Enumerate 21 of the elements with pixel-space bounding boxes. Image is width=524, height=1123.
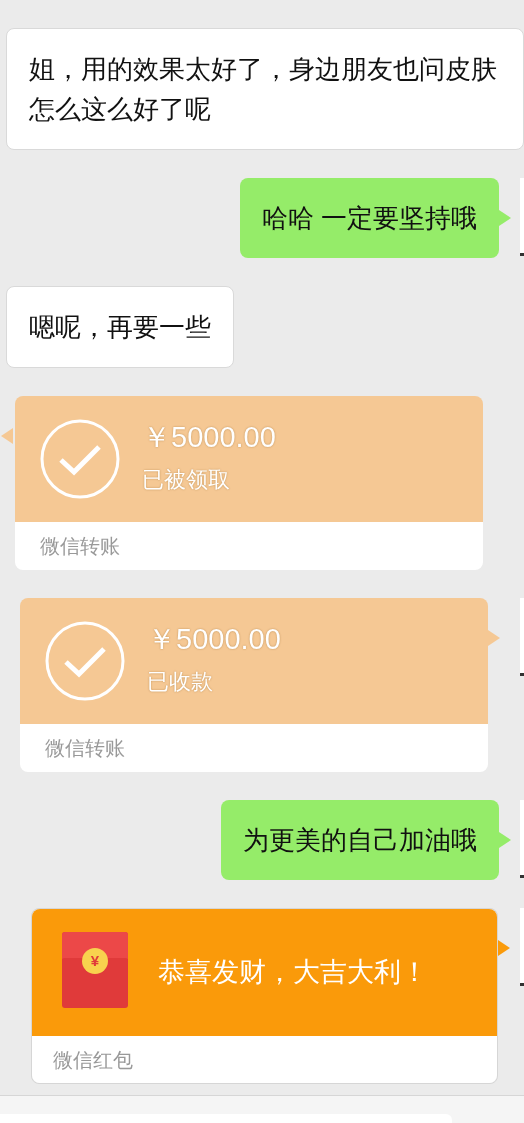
transfer-amount: ￥5000.00 <box>142 420 276 455</box>
bubble-tail <box>498 940 510 956</box>
transfer-amount: ￥5000.00 <box>147 622 281 657</box>
message-bubble: 哈哈 一定要坚持哦 <box>239 178 499 258</box>
coin-symbol: ¥ <box>82 947 108 974</box>
transfer-label: 微信转账 <box>40 534 120 559</box>
check-circle-icon <box>45 621 125 701</box>
message-bubble: 姐，用的效果太好了，身边朋友也问皮肤怎么这么好了呢 <box>6 28 524 150</box>
gift-money-label: 微信红包 <box>53 1047 133 1073</box>
gift-greeting: 恭喜发财，大吉大利！ <box>158 956 428 990</box>
gift-money-card[interactable]: ¥ 恭喜发财，大吉大利！ 微信红包 <box>31 908 498 1084</box>
bubble-tail <box>1 428 13 444</box>
bubble-tail <box>499 210 511 226</box>
message-bubble: 嗯呢，再要一些 <box>6 286 234 368</box>
message-bubble: 为更美的自己加油哦 <box>221 800 499 880</box>
bubble-tail <box>488 630 500 646</box>
transfer-status: 已收款 <box>147 668 214 696</box>
bubble-tail <box>499 832 511 848</box>
check-circle-icon <box>40 419 120 499</box>
transfer-status: 已被领取 <box>142 466 231 494</box>
transfer-label: 微信转账 <box>45 736 125 761</box>
